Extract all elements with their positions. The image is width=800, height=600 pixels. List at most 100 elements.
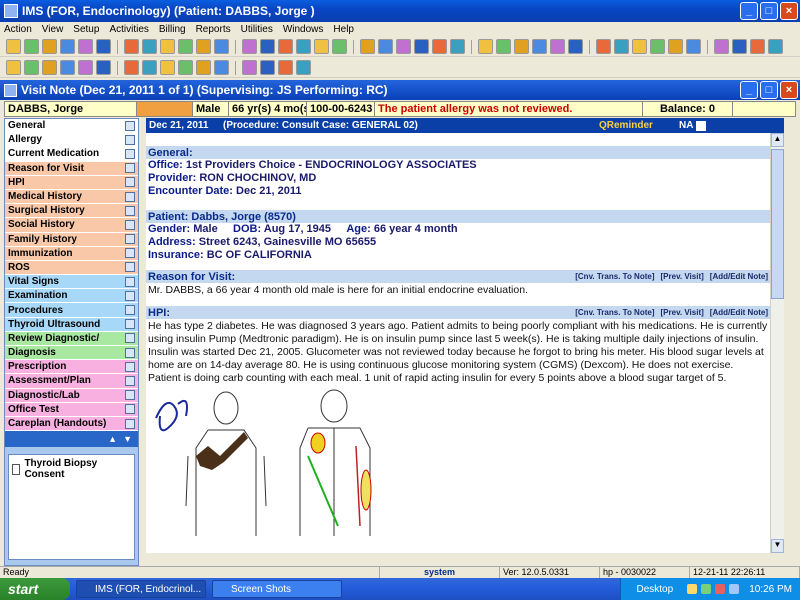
section-edit-icon[interactable] (125, 333, 135, 344)
section-edit-icon[interactable] (125, 347, 135, 358)
task-ims[interactable]: IMS (FOR, Endocrinol... (76, 580, 206, 598)
sidebar-item[interactable]: Allergy (5, 133, 138, 148)
sidebar-item[interactable]: Assessment/Plan (5, 374, 138, 389)
toolbar-button-icon[interactable] (178, 60, 193, 75)
menu-help[interactable]: Help (333, 24, 354, 35)
toolbar-button-icon[interactable] (142, 39, 157, 54)
patient-flags-icon[interactable] (137, 102, 193, 116)
toolbar-button-icon[interactable] (614, 39, 629, 54)
reason-cnv-link[interactable]: [Cnv. Trans. To Note] (575, 272, 654, 281)
toolbar-button-icon[interactable] (332, 39, 347, 54)
sidebar-item[interactable]: Examination (5, 289, 138, 304)
sidebar-item[interactable]: Prescription (5, 360, 138, 375)
na-checkbox[interactable] (696, 120, 707, 131)
section-edit-icon[interactable] (125, 134, 135, 145)
section-edit-icon[interactable] (125, 234, 135, 245)
section-edit-icon[interactable] (125, 177, 135, 188)
note-scrollbar[interactable]: ▲ ▼ (770, 133, 784, 553)
toolbar-button-icon[interactable] (6, 60, 21, 75)
task-screenshots[interactable]: Screen Shots (212, 580, 342, 598)
sidebar-up-icon[interactable]: ▲ (108, 434, 117, 444)
toolbar-button-icon[interactable] (568, 39, 583, 54)
toolbar-button-icon[interactable] (750, 39, 765, 54)
toolbar-button-icon[interactable] (714, 39, 729, 54)
section-edit-icon[interactable] (125, 148, 135, 159)
qreminder[interactable]: QReminder (599, 120, 669, 131)
toolbar-button-icon[interactable] (314, 39, 329, 54)
toolbar-button-icon[interactable] (296, 39, 311, 54)
toolbar-button-icon[interactable] (450, 39, 465, 54)
tray-icon[interactable] (687, 584, 698, 594)
toolbar-button-icon[interactable] (478, 39, 493, 54)
section-edit-icon[interactable] (125, 120, 135, 131)
section-edit-icon[interactable] (125, 205, 135, 216)
section-edit-icon[interactable] (125, 219, 135, 230)
toolbar-button-icon[interactable] (178, 39, 193, 54)
visit-minimize-button[interactable]: _ (740, 81, 758, 99)
sidebar-item[interactable]: Immunization (5, 246, 138, 261)
menu-activities[interactable]: Activities (109, 24, 148, 35)
toolbar-button-icon[interactable] (260, 60, 275, 75)
section-edit-icon[interactable] (125, 305, 135, 316)
minimize-button[interactable]: _ (740, 2, 758, 20)
menu-utilities[interactable]: Utilities (241, 24, 273, 35)
toolbar-button-icon[interactable] (514, 39, 529, 54)
sidebar-item[interactable]: Reason for Visit (5, 161, 138, 176)
scroll-thumb[interactable] (771, 149, 784, 299)
toolbar-button-icon[interactable] (260, 39, 275, 54)
toolbar-button-icon[interactable] (124, 60, 139, 75)
toolbar-button-icon[interactable] (396, 39, 411, 54)
toolbar-button-icon[interactable] (96, 39, 111, 54)
sidebar-item[interactable]: Diagnostic/Lab (5, 388, 138, 403)
sidebar-item[interactable]: HPI (5, 175, 138, 190)
toolbar-button-icon[interactable] (596, 39, 611, 54)
hpi-prev-link[interactable]: [Prev. Visit] (661, 308, 704, 317)
section-edit-icon[interactable] (125, 262, 135, 273)
toolbar-button-icon[interactable] (650, 39, 665, 54)
toolbar-button-icon[interactable] (242, 60, 257, 75)
toolbar-button-icon[interactable] (42, 60, 57, 75)
sidebar-item[interactable]: Medical History (5, 189, 138, 205)
toolbar-button-icon[interactable] (42, 39, 57, 54)
toolbar-button-icon[interactable] (550, 39, 565, 54)
visit-maximize-button[interactable]: □ (760, 81, 778, 99)
sidebar-item[interactable]: Procedures (5, 303, 138, 318)
toolbar-button-icon[interactable] (632, 39, 647, 54)
sidebar-item[interactable]: Vital Signs (5, 275, 138, 290)
section-edit-icon[interactable] (125, 361, 135, 372)
scroll-up-icon[interactable]: ▲ (771, 133, 784, 147)
sidebar-item[interactable]: Family History (5, 232, 138, 247)
menu-reports[interactable]: Reports (196, 24, 231, 35)
toolbar-button-icon[interactable] (360, 39, 375, 54)
toolbar-button-icon[interactable] (24, 39, 39, 54)
menu-windows[interactable]: Windows (283, 24, 324, 35)
toolbar-button-icon[interactable] (24, 60, 39, 75)
start-button[interactable]: start (0, 578, 70, 600)
section-edit-icon[interactable] (125, 276, 135, 287)
menu-billing[interactable]: Billing (159, 24, 186, 35)
section-edit-icon[interactable] (125, 163, 135, 174)
toolbar-button-icon[interactable] (214, 60, 229, 75)
toolbar-button-icon[interactable] (496, 39, 511, 54)
toolbar-button-icon[interactable] (96, 60, 111, 75)
toolbar-button-icon[interactable] (124, 39, 139, 54)
toolbar-button-icon[interactable] (60, 60, 75, 75)
section-edit-icon[interactable] (125, 191, 135, 202)
menu-view[interactable]: View (42, 24, 64, 35)
allergy-alert[interactable]: The patient allergy was not reviewed. (375, 102, 643, 116)
section-edit-icon[interactable] (125, 375, 135, 386)
section-edit-icon[interactable] (125, 290, 135, 301)
toolbar-button-icon[interactable] (242, 39, 257, 54)
section-edit-icon[interactable] (125, 390, 135, 401)
toolbar-button-icon[interactable] (296, 60, 311, 75)
sidebar-item[interactable]: General (5, 119, 138, 134)
hpi-cnv-link[interactable]: [Cnv. Trans. To Note] (575, 308, 654, 317)
reason-prev-link[interactable]: [Prev. Visit] (661, 272, 704, 281)
sidebar-item[interactable]: Surgical History (5, 204, 138, 219)
tray-icon[interactable] (701, 584, 712, 594)
toolbar-button-icon[interactable] (732, 39, 747, 54)
body-diagram[interactable] (148, 386, 408, 536)
toolbar-button-icon[interactable] (278, 39, 293, 54)
clock[interactable]: 10:26 PM (749, 584, 792, 595)
toolbar-button-icon[interactable] (78, 39, 93, 54)
